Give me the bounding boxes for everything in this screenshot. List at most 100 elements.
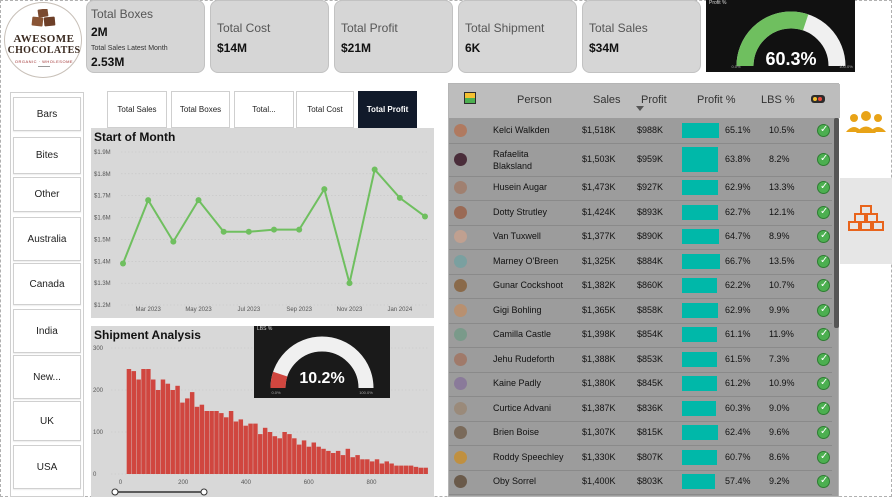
histogram-bar[interactable] <box>326 450 331 474</box>
table-row[interactable]: Curtice Advani $1,387K $836K 60.3% 9.0% <box>449 396 832 421</box>
boxes-nav-button[interactable] <box>840 178 892 264</box>
histogram-bar[interactable] <box>228 411 234 474</box>
histogram-bar[interactable] <box>175 385 180 474</box>
histogram-bar[interactable] <box>408 465 414 474</box>
histogram-bar[interactable] <box>165 383 171 474</box>
data-point[interactable] <box>396 194 403 201</box>
tab-total-cost[interactable]: Total Cost <box>296 91 354 128</box>
histogram-bar[interactable] <box>311 442 317 475</box>
line-chart[interactable]: $1.2M $1.3M $1.4M $1.5M $1.6M $1.7M $1.8M $1.9M… <box>91 128 434 318</box>
data-point[interactable] <box>245 228 252 235</box>
table-row[interactable]: Jehu Rudeforth $1,388K $853K 61.5% 7.3% <box>449 347 832 372</box>
lbs-gauge[interactable]: LBS % 10.2% 0.0% 100.0% <box>254 326 390 398</box>
people-nav-button[interactable] <box>840 96 892 160</box>
histogram-bar[interactable] <box>233 421 239 475</box>
histogram-bar[interactable] <box>355 455 360 474</box>
histogram-bar[interactable] <box>258 434 263 474</box>
histogram-bar[interactable] <box>160 379 166 475</box>
histogram-bar[interactable] <box>136 379 141 475</box>
histogram-bar[interactable] <box>248 423 253 474</box>
table-row[interactable]: Kelci Walkden $1,518K $988K 65.1% 10.5% <box>449 118 832 143</box>
histogram-bar[interactable] <box>146 369 151 474</box>
profit-gauge[interactable]: Profit % 60.3% 0.0% 100.0% <box>706 0 855 72</box>
table-row[interactable]: Gigi Bohling $1,365K $858K 62.9% 9.9% <box>449 298 832 323</box>
slicer-item-canada[interactable]: Canada <box>13 263 81 305</box>
histogram-bar[interactable] <box>403 465 409 474</box>
col-lbs-pct[interactable]: LBS % <box>761 94 795 106</box>
slicer-item-india[interactable]: India <box>13 309 81 353</box>
range-slider-max-handle[interactable] <box>200 488 208 496</box>
col-profit-pct[interactable]: Profit % <box>697 94 736 106</box>
table-row[interactable]: Marney O'Breen $1,325K $884K 66.7% 13.5% <box>449 249 832 274</box>
histogram-bar[interactable] <box>219 413 224 474</box>
histogram-bar[interactable] <box>282 432 287 474</box>
histogram-bar[interactable] <box>292 438 297 474</box>
table-row[interactable]: Gunar Cockshoot $1,382K $860K 62.2% 10.7% <box>449 274 832 299</box>
data-point[interactable] <box>220 228 227 235</box>
slicer-item-new-zealand[interactable]: New... <box>13 355 81 399</box>
histogram-bar[interactable] <box>185 398 190 474</box>
histogram-bar[interactable] <box>306 446 312 474</box>
histogram-bar[interactable] <box>272 436 278 474</box>
col-profit[interactable]: Profit <box>641 94 667 106</box>
histogram-bar[interactable] <box>331 453 336 474</box>
histogram-bar[interactable] <box>418 467 424 474</box>
histogram-bar[interactable] <box>238 419 244 474</box>
tab-total-sales[interactable]: Total Sales <box>107 91 167 128</box>
table-scrollbar[interactable] <box>834 118 839 328</box>
slicer-item-other[interactable]: Other <box>13 177 81 212</box>
histogram-bar[interactable] <box>151 379 156 475</box>
tab-total-profit[interactable]: Total Profit <box>358 91 417 128</box>
tab-total-boxes[interactable]: Total Boxes <box>171 91 230 128</box>
histogram-bar[interactable] <box>335 450 341 474</box>
data-point[interactable] <box>346 280 353 287</box>
data-point[interactable] <box>422 213 428 220</box>
histogram-bar[interactable] <box>340 455 346 474</box>
slicer-item-australia[interactable]: Australia <box>13 217 81 261</box>
histogram-bar[interactable] <box>204 411 209 474</box>
histogram-bar[interactable] <box>243 425 248 474</box>
histogram-bar[interactable] <box>209 411 214 474</box>
data-point[interactable] <box>120 260 126 267</box>
histogram-bar[interactable] <box>301 440 307 474</box>
range-slider-min-handle[interactable] <box>111 488 119 496</box>
col-person[interactable]: Person <box>517 94 552 106</box>
histogram-bar[interactable] <box>141 369 146 474</box>
histogram-bar[interactable] <box>350 457 355 474</box>
data-point[interactable] <box>296 226 303 233</box>
data-point[interactable] <box>271 226 277 233</box>
histogram-bar[interactable] <box>369 461 375 474</box>
data-point[interactable] <box>145 197 152 204</box>
table-row[interactable]: Camilla Castle $1,398K $854K 61.1% 11.9% <box>449 323 832 348</box>
slicer-item-bars[interactable]: Bars <box>13 97 81 131</box>
histogram-bar[interactable] <box>413 466 419 474</box>
histogram-bar[interactable] <box>296 444 302 474</box>
histogram-bar[interactable] <box>199 404 205 474</box>
table-row[interactable]: Oby Sorrel $1,400K $803K 57.4% 9.2% <box>449 470 832 495</box>
histogram-bar[interactable] <box>316 446 321 474</box>
histogram-bar[interactable] <box>360 459 365 474</box>
histogram-bar[interactable] <box>155 390 161 474</box>
histogram-bar[interactable] <box>253 423 258 474</box>
table-row[interactable]: Brien Boise $1,307K $815K 62.4% 9.6% <box>449 421 832 446</box>
histogram-bar[interactable] <box>277 438 282 474</box>
table-row[interactable]: Husein Augar $1,473K $927K 62.9% 13.3% <box>449 176 832 201</box>
histogram-bar[interactable] <box>214 411 219 474</box>
data-point[interactable] <box>195 197 202 204</box>
histogram-bar[interactable] <box>131 371 137 474</box>
histogram-bar[interactable] <box>399 465 404 474</box>
slicer-item-bites[interactable]: Bites <box>13 137 81 174</box>
histogram-bar[interactable] <box>267 432 273 474</box>
table-row[interactable]: Roddy Speechley $1,330K $807K 60.7% 8.6% <box>449 445 832 470</box>
histogram-bar[interactable] <box>365 459 370 474</box>
data-point[interactable] <box>371 166 378 173</box>
histogram-bar[interactable] <box>321 448 326 474</box>
histogram-bar[interactable] <box>262 427 268 474</box>
histogram-bar[interactable] <box>379 463 385 475</box>
histogram-bar[interactable] <box>180 402 185 474</box>
sort-desc-icon[interactable] <box>636 106 644 112</box>
histogram-bar[interactable] <box>374 459 380 474</box>
histogram-bar[interactable] <box>189 392 195 474</box>
slicer-item-uk[interactable]: UK <box>13 401 81 441</box>
histogram-bar[interactable] <box>126 369 132 474</box>
